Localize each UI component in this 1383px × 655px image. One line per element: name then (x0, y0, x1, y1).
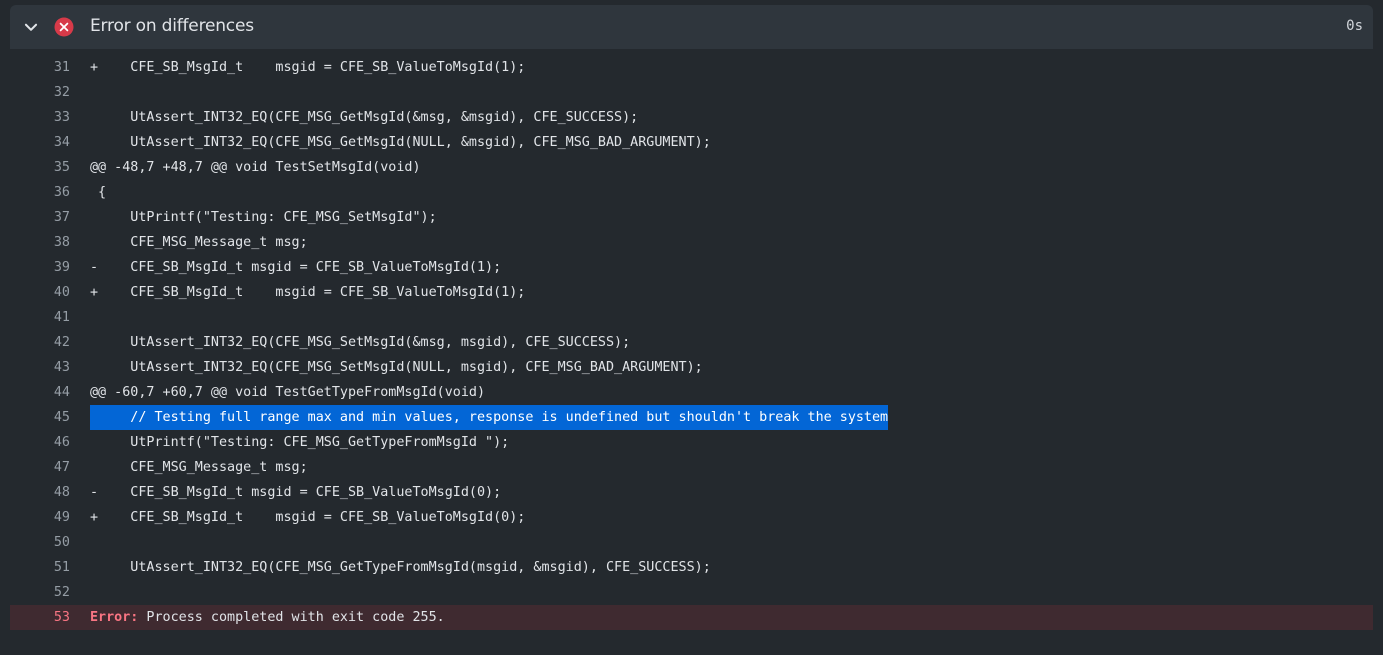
line-number[interactable]: 45 (10, 405, 70, 430)
log-line: 37 UtPrintf("Testing: CFE_MSG_SetMsgId")… (0, 205, 1383, 230)
log-line: 46 UtPrintf("Testing: CFE_MSG_GetTypeFro… (0, 430, 1383, 455)
line-number[interactable]: 36 (10, 180, 70, 205)
log-line-text: UtAssert_INT32_EQ(CFE_MSG_GetMsgId(&msg,… (90, 110, 639, 125)
line-number[interactable]: 41 (10, 305, 70, 330)
chevron-down-icon[interactable] (22, 18, 40, 36)
line-number[interactable]: 48 (10, 480, 70, 505)
error-message: Error: Process completed with exit code … (90, 605, 445, 630)
line-number[interactable]: 46 (10, 430, 70, 455)
error-prefix: Error: (90, 610, 139, 625)
log-line: 31 + CFE_SB_MsgId_t msgid = CFE_SB_ValueT… (0, 55, 1383, 80)
log-line: 32 (0, 80, 1383, 105)
line-number[interactable]: 44 (10, 380, 70, 405)
step-header[interactable]: Error on differences 0s (10, 5, 1373, 49)
log-line: 45 // Testing full range max and min val… (0, 405, 1383, 430)
log-line: 39 - CFE_SB_MsgId_t msgid = CFE_SB_ValueT… (0, 255, 1383, 280)
log-line-text: + CFE_SB_MsgId_t msgid = CFE_SB_ValueToM… (90, 285, 526, 300)
step-title: Error on differences (90, 16, 254, 36)
error-text: Process completed with exit code 255. (138, 610, 445, 625)
line-number[interactable]: 31 (10, 55, 70, 80)
line-number[interactable]: 43 (10, 355, 70, 380)
log-line: 52 (0, 580, 1383, 605)
line-number[interactable]: 32 (10, 80, 70, 105)
error-log-line: 53 Error: Process completed with exit cod… (10, 605, 1373, 630)
log-line-text: { (90, 185, 107, 200)
line-number[interactable]: 49 (10, 505, 70, 530)
log-line: 51 UtAssert_INT32_EQ(CFE_MSG_GetTypeFrom… (0, 555, 1383, 580)
line-number[interactable]: 50 (10, 530, 70, 555)
log-line: 36 { (0, 180, 1383, 205)
log-line-text-selected: // Testing full range max and min values… (90, 405, 889, 430)
log-line-text: + CFE_SB_MsgId_t msgid = CFE_SB_ValueToM… (90, 60, 526, 75)
line-number[interactable]: 52 (10, 580, 70, 605)
log-line-text: UtAssert_INT32_EQ(CFE_MSG_SetMsgId(&msg,… (90, 335, 631, 350)
line-number[interactable]: 40 (10, 280, 70, 305)
log-line-text: - CFE_SB_MsgId_t msgid = CFE_SB_ValueToM… (90, 485, 502, 500)
log-line: 44 @@ -60,7 +60,7 @@ void TestGetTypeFrom… (0, 380, 1383, 405)
log-line-text: UtPrintf("Testing: CFE_MSG_SetMsgId"); (90, 210, 437, 225)
error-x-circle-icon (54, 17, 74, 37)
line-number[interactable]: 34 (10, 130, 70, 155)
log-line: 34 UtAssert_INT32_EQ(CFE_MSG_GetMsgId(NU… (0, 130, 1383, 155)
log-line: 48 - CFE_SB_MsgId_t msgid = CFE_SB_ValueT… (0, 480, 1383, 505)
step-duration: 0s (1346, 18, 1363, 34)
log-line-text: UtAssert_INT32_EQ(CFE_MSG_SetMsgId(NULL,… (90, 360, 703, 375)
log-line-text: @@ -60,7 +60,7 @@ void TestGetTypeFromMs… (90, 385, 486, 400)
log-line-text: @@ -48,7 +48,7 @@ void TestSetMsgId(void… (90, 160, 421, 175)
log-line: 42 UtAssert_INT32_EQ(CFE_MSG_SetMsgId(&m… (0, 330, 1383, 355)
log-line-text: + CFE_SB_MsgId_t msgid = CFE_SB_ValueToM… (90, 510, 526, 525)
log-line-text: CFE_MSG_Message_t msg; (90, 460, 308, 475)
log-line-text: UtAssert_INT32_EQ(CFE_MSG_GetMsgId(NULL,… (90, 135, 711, 150)
log-line-text: UtPrintf("Testing: CFE_MSG_GetTypeFromMs… (90, 435, 510, 450)
line-number[interactable]: 38 (10, 230, 70, 255)
line-number[interactable]: 35 (10, 155, 70, 180)
line-number[interactable]: 51 (10, 555, 70, 580)
line-number[interactable]: 47 (10, 455, 70, 480)
log-line-text: UtAssert_INT32_EQ(CFE_MSG_GetTypeFromMsg… (90, 560, 711, 575)
log-line: 33 UtAssert_INT32_EQ(CFE_MSG_GetMsgId(&m… (0, 105, 1383, 130)
line-number[interactable]: 42 (10, 330, 70, 355)
line-number[interactable]: 53 (10, 605, 70, 630)
log-line: 41 (0, 305, 1383, 330)
log-line-text: CFE_MSG_Message_t msg; (90, 235, 308, 250)
line-number[interactable]: 39 (10, 255, 70, 280)
log-output: 31 + CFE_SB_MsgId_t msgid = CFE_SB_ValueT… (0, 55, 1383, 630)
log-line: 50 (0, 530, 1383, 555)
log-line: 40 + CFE_SB_MsgId_t msgid = CFE_SB_ValueT… (0, 280, 1383, 305)
log-line: 47 CFE_MSG_Message_t msg; (0, 455, 1383, 480)
log-line: 38 CFE_MSG_Message_t msg; (0, 230, 1383, 255)
line-number[interactable]: 33 (10, 105, 70, 130)
log-line: 43 UtAssert_INT32_EQ(CFE_MSG_SetMsgId(NU… (0, 355, 1383, 380)
log-line: 35 @@ -48,7 +48,7 @@ void TestSetMsgId(vo… (0, 155, 1383, 180)
line-number[interactable]: 37 (10, 205, 70, 230)
log-line-text: - CFE_SB_MsgId_t msgid = CFE_SB_ValueToM… (90, 260, 502, 275)
log-line: 49 + CFE_SB_MsgId_t msgid = CFE_SB_ValueT… (0, 505, 1383, 530)
